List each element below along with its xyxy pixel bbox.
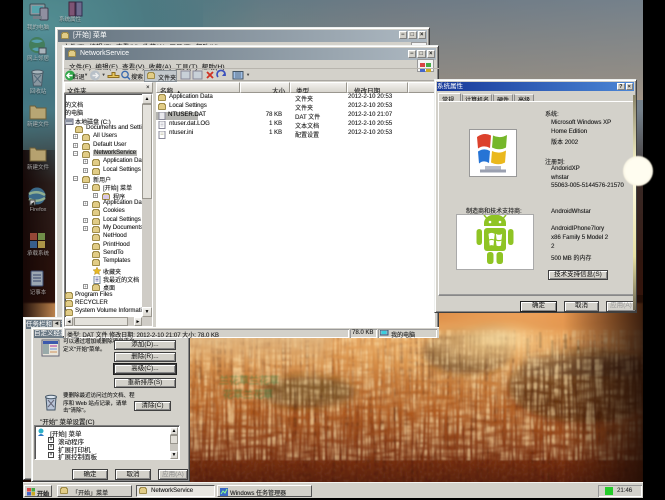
svg-text:兰花草兰花草: 兰花草兰花草: [219, 374, 279, 387]
svg-text:花草兰花草: 花草兰花草: [223, 388, 273, 401]
